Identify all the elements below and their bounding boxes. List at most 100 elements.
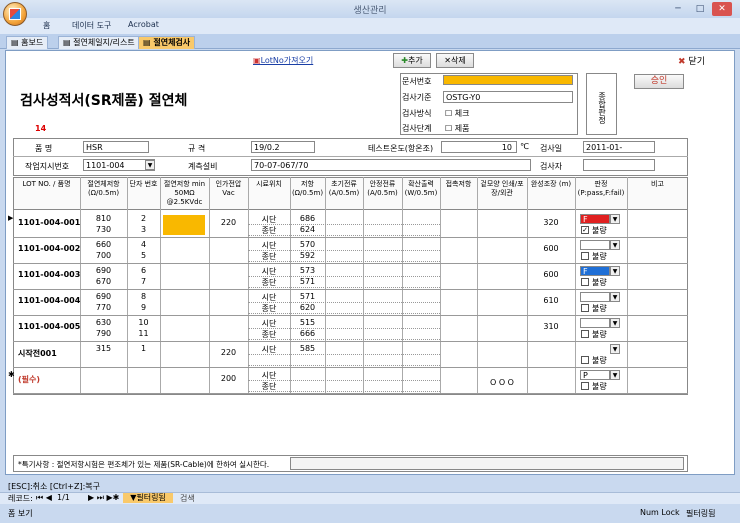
terminal-number[interactable]: 2 (127, 214, 160, 223)
lotno-load-link[interactable]: ▣LotNo가져오기 (253, 55, 313, 66)
ohm-value[interactable]: 571 (290, 292, 325, 301)
record-position[interactable]: 1/1 (57, 493, 70, 502)
tab-homeboard[interactable]: ▤ 홈보드 (6, 36, 49, 49)
finished-length[interactable]: 600 (527, 244, 575, 253)
ohm-value[interactable]: 585 (290, 344, 325, 353)
finished-length[interactable]: 610 (527, 296, 575, 305)
judge-field[interactable]: P (580, 370, 610, 380)
spec-field[interactable]: 19/0.2 (251, 141, 315, 153)
resistance-value[interactable]: 770 (80, 303, 127, 312)
standard-field[interactable]: OSTG-Y0 (443, 91, 573, 103)
judge-field[interactable] (580, 240, 610, 250)
chevron-down-icon[interactable]: ▼ (145, 160, 155, 170)
resistance-value[interactable]: 690 (80, 292, 127, 301)
check-option[interactable]: ☐ 체크 (445, 108, 469, 119)
resistance-value[interactable]: 730 (80, 225, 127, 234)
ohm-value[interactable]: 570 (290, 240, 325, 249)
terminal-number[interactable]: 10 (127, 318, 160, 327)
terminal-number[interactable]: 9 (127, 303, 160, 312)
chevron-down-icon[interactable]: ▼ (610, 292, 620, 302)
lot-number[interactable]: 1101-004-003 (18, 270, 80, 279)
chevron-down-icon[interactable]: ▼ (610, 370, 620, 380)
filter-badge[interactable]: ▼필터링됨 (123, 493, 173, 503)
terminal-number[interactable]: 5 (127, 251, 160, 260)
close-button[interactable]: ✖ 닫기 (678, 54, 705, 67)
terminal-number[interactable]: 11 (127, 329, 160, 338)
ohm-value[interactable]: 515 (290, 318, 325, 327)
equip-field[interactable]: 70-07-067/70 (251, 159, 531, 171)
special-note-field[interactable] (290, 457, 684, 470)
doc-no-field[interactable] (443, 75, 573, 85)
terminal-number[interactable]: 3 (127, 225, 160, 234)
ohm-value[interactable]: 620 (290, 303, 325, 312)
chevron-down-icon[interactable]: ▼ (610, 240, 620, 250)
ohm-value[interactable]: 686 (290, 214, 325, 223)
lot-number[interactable]: 1101-004-004 (18, 296, 80, 305)
judge-field[interactable] (580, 318, 610, 328)
chevron-down-icon[interactable]: ▼ (610, 344, 620, 354)
bad-checkbox[interactable] (581, 330, 589, 338)
resistance-value[interactable]: 670 (80, 277, 127, 286)
ohm-value[interactable]: 571 (290, 277, 325, 286)
finished-length[interactable]: 310 (527, 322, 575, 331)
resistance-value[interactable]: 700 (80, 251, 127, 260)
judge-field[interactable]: F (580, 214, 610, 224)
terminal-number[interactable]: 4 (127, 240, 160, 249)
ohm-value[interactable]: 666 (290, 329, 325, 338)
chevron-down-icon[interactable]: ▼ (610, 266, 620, 276)
lot-number[interactable]: (필수) (18, 374, 40, 385)
resistance-value[interactable]: 630 (80, 318, 127, 327)
ohm-value[interactable]: 592 (290, 251, 325, 260)
delete-button[interactable]: ✕삭제 (436, 53, 474, 68)
finished-length[interactable]: 320 (527, 218, 575, 227)
bad-checkbox[interactable] (581, 304, 589, 312)
appearance-value[interactable]: O O O (477, 378, 527, 387)
lot-number[interactable]: 1101-004-002 (18, 244, 80, 253)
temp-field[interactable]: 10 (441, 141, 517, 153)
lot-number[interactable]: 1101-004-001 (18, 218, 80, 227)
close-window-button[interactable]: ✕ (712, 2, 732, 16)
bad-checkbox[interactable] (581, 252, 589, 260)
resistance-value[interactable]: 790 (80, 329, 127, 338)
lot-number[interactable]: 1101-004-005 (18, 322, 80, 331)
terminal-number[interactable]: 7 (127, 277, 160, 286)
product-field[interactable]: HSR (83, 141, 149, 153)
terminal-number[interactable]: 1 (127, 344, 160, 353)
judge-field[interactable]: F (580, 266, 610, 276)
product-option[interactable]: ☐ 제품 (445, 123, 469, 134)
approve-button[interactable]: 승인 (634, 74, 684, 89)
add-button[interactable]: ✚추가 (393, 53, 431, 68)
bad-checkbox[interactable]: ✓ (581, 226, 589, 234)
terminal-number[interactable]: 8 (127, 292, 160, 301)
chevron-down-icon[interactable]: ▼ (610, 318, 620, 328)
lot-number[interactable]: 시작전001 (18, 348, 57, 359)
resistance-value[interactable]: 690 (80, 266, 127, 275)
minimize-button[interactable]: ─ (668, 2, 688, 16)
bad-checkbox[interactable] (581, 278, 589, 286)
inspector-field[interactable] (583, 159, 655, 171)
ohm-value[interactable]: 573 (290, 266, 325, 275)
next-record-icon[interactable]: ▶ ⏭ ▶✱ (88, 493, 119, 503)
ohm-value[interactable]: 624 (290, 225, 325, 234)
maximize-button[interactable]: □ (690, 2, 710, 16)
resistance-value[interactable]: 810 (80, 214, 127, 223)
tab-insulator-inspection[interactable]: ▤ 절연체검사 (138, 36, 196, 49)
voltage-value[interactable]: 220 (209, 348, 248, 357)
finished-length[interactable]: 600 (527, 270, 575, 279)
tab-insulator-log[interactable]: ▤ 절연체일지/리스트 (58, 36, 140, 49)
first-record-icon[interactable]: ⏮ ◀ (36, 493, 52, 503)
terminal-number[interactable]: 6 (127, 266, 160, 275)
ribbon-tab-home[interactable]: 홈 (43, 20, 50, 31)
search-field[interactable]: 검색 (180, 493, 195, 504)
ribbon-tab-acrobat[interactable]: Acrobat (128, 20, 159, 29)
date-field[interactable]: 2011-01- (583, 141, 655, 153)
ribbon-tab-data-tools[interactable]: 데이터 도구 (72, 20, 111, 31)
office-button[interactable] (3, 2, 27, 26)
chevron-down-icon[interactable]: ▼ (610, 214, 620, 224)
resistance-value[interactable]: 315 (80, 344, 127, 353)
voltage-value[interactable]: 200 (209, 374, 248, 383)
voltage-value[interactable]: 220 (209, 218, 248, 227)
bad-checkbox[interactable] (581, 356, 589, 364)
judge-field[interactable] (580, 292, 610, 302)
insulation-field[interactable] (163, 215, 205, 235)
